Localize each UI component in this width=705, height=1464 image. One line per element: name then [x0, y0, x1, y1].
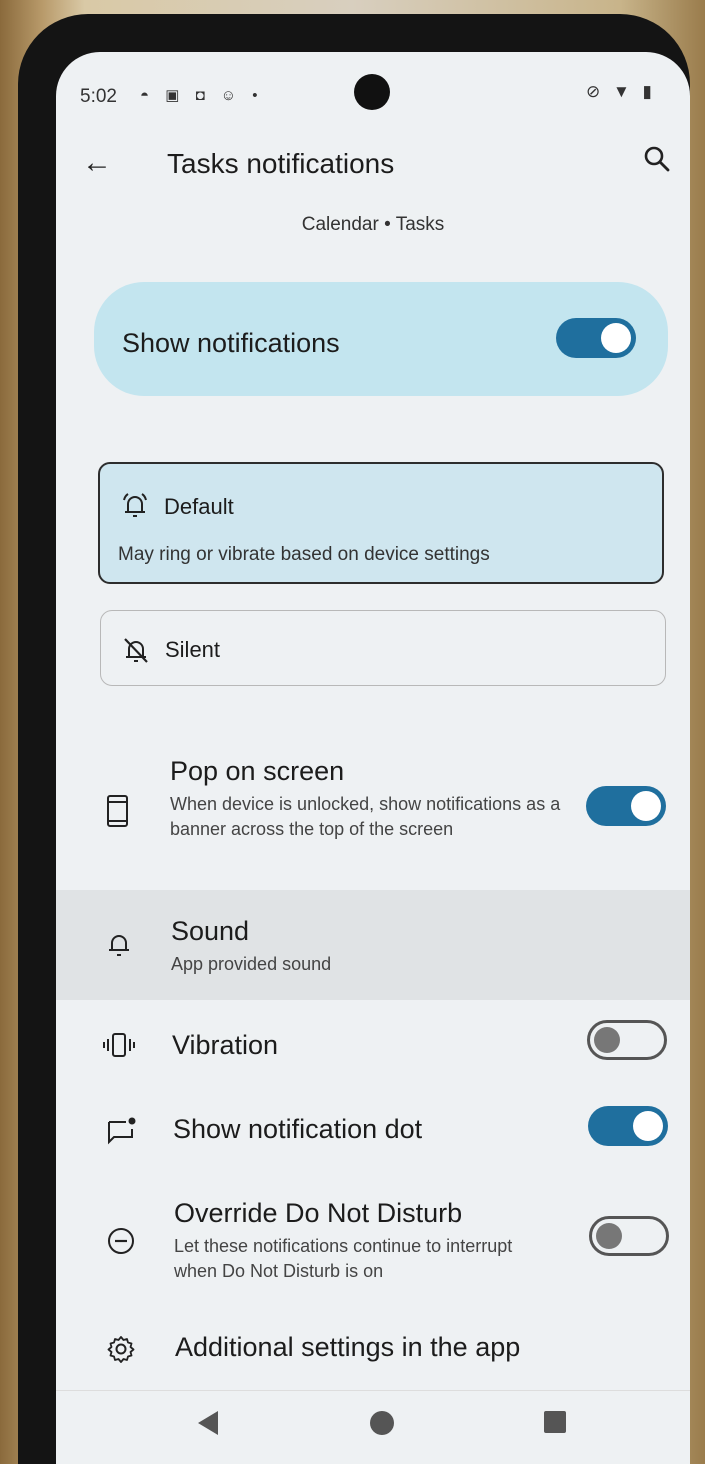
notification-dot-row[interactable]: Show notification dot: [56, 1098, 690, 1168]
bell-icon: [106, 930, 132, 960]
page-subtitle: Calendar • Tasks: [301, 214, 445, 235]
pop-on-screen-toggle[interactable]: [586, 786, 666, 826]
override-dnd-description: Let these notifications continue to inte…: [174, 1236, 513, 1281]
phone-frame: 5:02 ◓ ▣ ◘ ☺ • ⊘ ▼ ▮ ← Tasks notificatio…: [18, 14, 690, 1464]
page-title: Tasks notifications: [167, 148, 395, 179]
gear-icon: [106, 1334, 136, 1364]
bell-ringing-icon: [120, 490, 150, 520]
phone-banner-icon: [106, 794, 130, 828]
nav-home-icon[interactable]: [370, 1411, 394, 1435]
nav-recents-icon[interactable]: [544, 1411, 566, 1433]
notification-dot-toggle[interactable]: [588, 1106, 668, 1146]
vibration-row[interactable]: Vibration: [56, 1012, 690, 1082]
nav-back-icon[interactable]: [198, 1411, 218, 1435]
additional-settings-row[interactable]: Additional settings in the app: [56, 1318, 690, 1382]
pop-on-screen-description: When device is unlocked, show notificati…: [170, 794, 561, 839]
override-dnd-row[interactable]: Override Do Not Disturb Let these notifi…: [56, 1188, 690, 1298]
camera-cutout: [354, 74, 390, 110]
sound-title: Sound: [171, 916, 250, 946]
show-notifications-toggle[interactable]: [556, 318, 636, 358]
additional-settings-title: Additional settings in the app: [175, 1332, 521, 1362]
alert-option-description: May ring or vibrate based on device sett…: [118, 544, 490, 565]
status-notification-icons: ◓ ▣ ◘ ☺ •: [140, 87, 264, 104]
notification-dot-title: Show notification dot: [173, 1114, 423, 1144]
navigation-bar: [56, 1390, 690, 1464]
bell-off-icon: [121, 635, 151, 665]
pop-on-screen-title: Pop on screen: [170, 756, 345, 786]
alert-option-label: Default: [164, 494, 234, 519]
do-not-disturb-icon: [106, 1226, 136, 1256]
sound-description: App provided sound: [171, 954, 332, 974]
search-icon[interactable]: [642, 144, 672, 174]
alert-option-default[interactable]: Default May ring or vibrate based on dev…: [98, 462, 664, 584]
pop-on-screen-row[interactable]: Pop on screen When device is unlocked, s…: [56, 742, 690, 872]
alert-option-silent[interactable]: Silent: [100, 610, 666, 686]
vibration-title: Vibration: [172, 1030, 279, 1060]
screen: 5:02 ◓ ▣ ◘ ☺ • ⊘ ▼ ▮ ← Tasks notificatio…: [56, 52, 690, 1464]
back-arrow-icon[interactable]: ←: [82, 146, 112, 180]
show-notifications-card[interactable]: Show notifications: [94, 282, 668, 396]
vibration-icon: [102, 1032, 136, 1058]
vibration-toggle[interactable]: [587, 1020, 667, 1060]
override-dnd-toggle[interactable]: [589, 1216, 669, 1256]
override-dnd-title: Override Do Not Disturb: [174, 1198, 463, 1228]
show-notifications-label: Show notifications: [122, 328, 340, 358]
status-system-icons: ⊘ ▼ ▮: [586, 82, 656, 101]
notification-dot-icon: [106, 1116, 138, 1146]
sound-row[interactable]: Sound App provided sound: [56, 890, 690, 1000]
status-time: 5:02: [80, 86, 117, 107]
alert-option-label: Silent: [165, 637, 221, 662]
